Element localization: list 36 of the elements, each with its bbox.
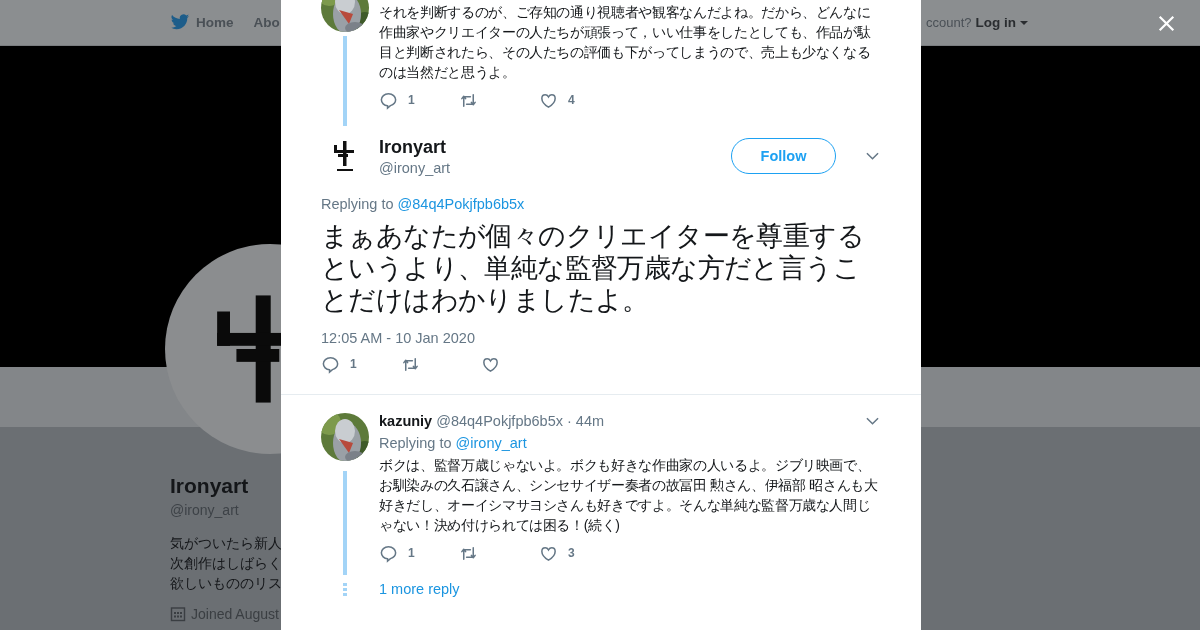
tweet-text: それを判断するのが、ご存知の通り視聴者や観客なんだよね。だから、どんなに作曲家やクリエイターの人たちが頑張って，いい仕事をしたとしても、作品が駄目と判断されたら、その人たちの評価も下がってしまうので、売上も少なくなるのは当然だと思うよ。 [379, 3, 872, 82]
tweet-text: ボクは、監督万歳じゃないよ。ボクも好きな作曲家の人いるよ。ジブリ映画で、お馴染みの久石譲さん、シンセサイザー奏者の故冨田 勲さん、伊福部 昭さんも大好きだし、オーイシマサヨシさんも好きですよ。そんな単純な監督万歳な人間じゃない！決め付けられては困る！(続く) [379, 456, 879, 535]
more-dots-icon [343, 583, 347, 596]
account-prompt: ccount? [925, 15, 972, 30]
action-count: 1 [408, 93, 415, 107]
user-handle[interactable]: @irony_art [379, 159, 721, 176]
mention-link[interactable]: @irony_art [455, 435, 527, 451]
bio-line: 欲しいもののリス [170, 575, 282, 593]
mention-link[interactable]: @84q4Pokjfpb6b5x [397, 196, 525, 212]
login-link[interactable]: Log in [975, 15, 1028, 30]
bio-line: 気がついたら新人 [170, 535, 282, 553]
action-count: 1 [350, 357, 357, 371]
action-count: 4 [568, 93, 575, 107]
more-replies-link[interactable]: 1 more reply [379, 581, 881, 597]
follow-button[interactable]: Follow [731, 138, 836, 174]
about-link[interactable]: Abo [253, 15, 280, 30]
profile-name: Ironyart [170, 474, 249, 498]
reply-icon[interactable] [321, 354, 340, 374]
close-icon[interactable] [1158, 15, 1175, 32]
action-count: 3 [568, 546, 575, 560]
chevron-down-icon[interactable] [866, 417, 879, 425]
user-name[interactable]: kazuniy [379, 413, 433, 429]
user-name[interactable]: Ironyart [379, 136, 721, 158]
reply-icon[interactable] [379, 543, 398, 563]
replying-to: Replying to @irony_art [379, 435, 528, 451]
chevron-down-icon[interactable] [866, 152, 879, 160]
bio-line: 次創作はしばらく [170, 555, 282, 573]
tweet-time[interactable]: · 44m [567, 413, 605, 429]
tweet-timestamp: 12:05 AM - 10 Jan 2020 [321, 330, 476, 346]
action-count: 1 [408, 546, 415, 560]
reply-icon[interactable] [379, 90, 398, 110]
tweet-text: まぁあなたが個々のクリエイターを尊重するというより、単純な監督万歳な方だと言うことだけはわかりましたよ。 [321, 220, 865, 316]
calendar-icon [170, 606, 186, 622]
replying-to: Replying to @84q4Pokjfpb6b5x [321, 196, 526, 212]
home-link[interactable]: Home [196, 15, 234, 30]
user-handle[interactable]: @84q4Pokjfpb6b5x [436, 413, 563, 429]
